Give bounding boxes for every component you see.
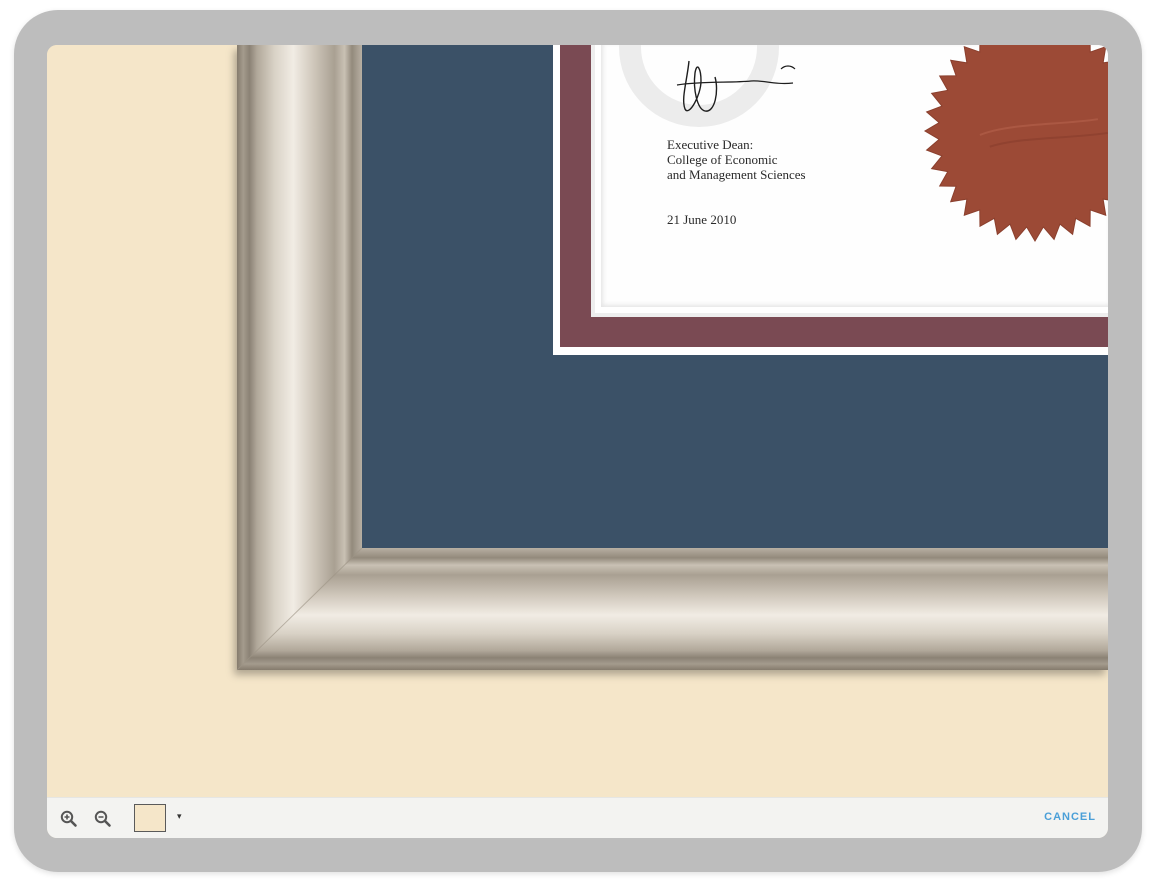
- certificate-paper: Executive Dean: College of Economic and …: [601, 45, 1108, 307]
- signatory-college: College of Economic: [667, 152, 778, 167]
- zoom-in-button[interactable]: [59, 809, 79, 829]
- frame-preview-canvas[interactable]: Executive Dean: College of Economic and …: [47, 45, 1108, 797]
- certificate: Executive Dean: College of Economic and …: [591, 45, 1108, 317]
- signatory-title: Executive Dean:: [667, 137, 754, 152]
- chevron-down-icon[interactable]: ▾: [177, 811, 182, 822]
- signatory-college-cont: and Management Sciences: [667, 167, 806, 182]
- zoom-out-icon: [94, 810, 111, 827]
- viewer-toolbar: ▾ CANCEL: [47, 797, 1108, 838]
- zoom-in-icon: [60, 810, 77, 827]
- background-color-swatch[interactable]: [134, 804, 166, 832]
- wax-seal: [923, 45, 1108, 243]
- signature-graphic: [676, 60, 796, 112]
- certificate-date: 21 June 2010: [667, 212, 737, 227]
- zoom-out-button[interactable]: [93, 809, 113, 829]
- preview-screen: Executive Dean: College of Economic and …: [47, 45, 1108, 838]
- cancel-button[interactable]: CANCEL: [1044, 811, 1096, 823]
